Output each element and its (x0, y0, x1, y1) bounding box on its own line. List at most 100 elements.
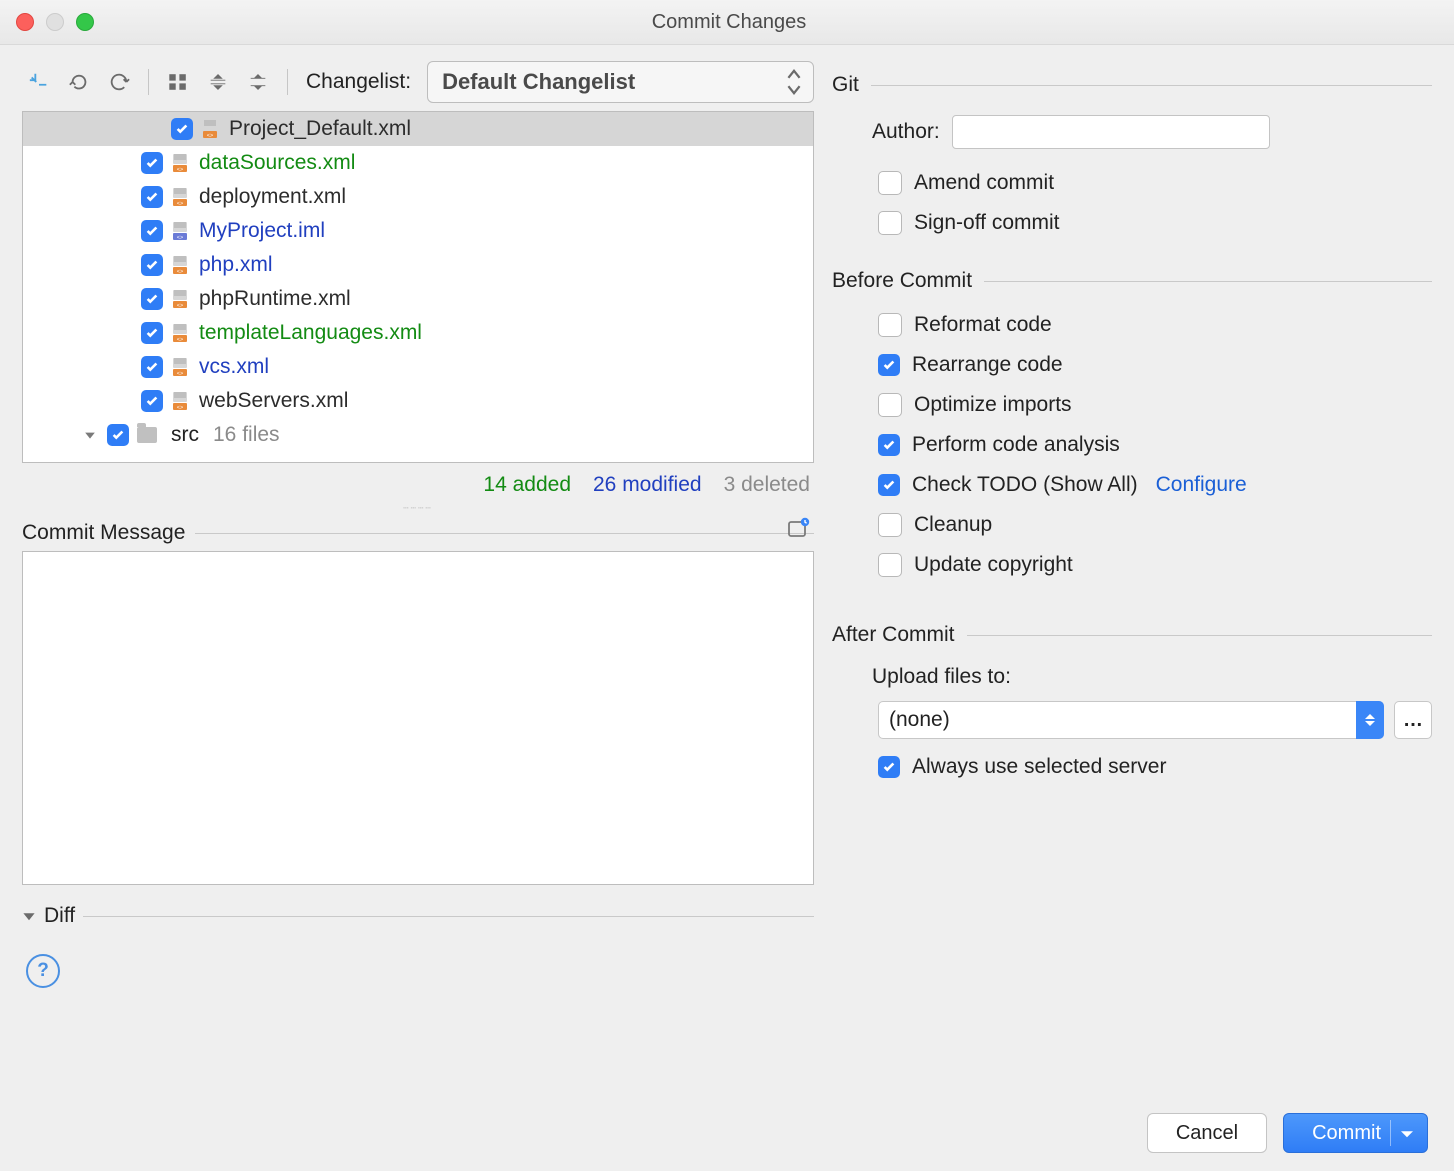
svg-text:<>: <> (177, 371, 183, 377)
close-window-button[interactable] (16, 13, 34, 31)
folder-row[interactable]: src 16 files (23, 418, 813, 452)
file-row[interactable]: <>phpRuntime.xml (23, 282, 813, 316)
git-section-title: Git (832, 73, 859, 97)
checkbox-icon (878, 434, 900, 456)
disclosure-icon[interactable] (81, 429, 99, 441)
checkbox-icon[interactable] (141, 390, 163, 412)
checkbox-icon[interactable] (141, 186, 163, 208)
file-row[interactable]: <> MyProject.iml (23, 214, 813, 248)
always-use-server-label: Always use selected server (912, 755, 1166, 779)
divider (83, 916, 814, 917)
folder-name: src (171, 423, 199, 447)
changed-files-tree[interactable]: <>Project_Default.xml<>dataSources.xml<>… (22, 111, 814, 463)
check-todo-option[interactable]: Check TODO (Show All) Configure (878, 473, 1432, 497)
collapse-diff-icon[interactable] (22, 65, 56, 99)
svg-text:<>: <> (177, 201, 183, 207)
checkbox-icon[interactable] (141, 220, 163, 242)
change-summary: 14 added 26 modified 3 deleted (22, 473, 810, 497)
cleanup-option[interactable]: Cleanup (878, 513, 1432, 537)
checkbox-icon[interactable] (141, 356, 163, 378)
divider (871, 85, 1432, 86)
file-row[interactable]: <> templateLanguages.xml (23, 316, 813, 350)
file-name: phpRuntime.xml (199, 287, 351, 311)
checkbox-icon (878, 756, 900, 778)
checkbox-icon (878, 474, 900, 496)
toolbar-separator (287, 69, 288, 95)
todo-label: Check TODO (Show All) (912, 473, 1138, 497)
file-row[interactable]: <>php.xml (23, 248, 813, 282)
changelist-select[interactable]: Default Changelist (427, 61, 814, 103)
checkbox-icon[interactable] (141, 288, 163, 310)
checkbox-icon[interactable] (141, 152, 163, 174)
file-name: deployment.xml (199, 185, 346, 209)
commit-button[interactable]: Commit (1283, 1113, 1428, 1153)
file-name: templateLanguages.xml (199, 321, 422, 345)
deleted-count: 3 deleted (724, 473, 810, 497)
upload-server-select[interactable]: (none) (878, 701, 1384, 739)
checkbox-icon[interactable] (141, 322, 163, 344)
file-row[interactable]: <> webServers.xml (23, 384, 813, 418)
checkbox-icon[interactable] (171, 118, 193, 140)
code-analysis-option[interactable]: Perform code analysis (878, 433, 1432, 457)
checkbox-icon (878, 393, 902, 417)
folder-count: 16 files (213, 423, 280, 447)
file-row[interactable]: <> deployment.xml (23, 180, 813, 214)
file-name: dataSources.xml (199, 151, 355, 175)
amend-commit-label: Amend commit (914, 171, 1054, 195)
checkbox-icon[interactable] (141, 254, 163, 276)
diff-disclosure-icon[interactable] (22, 909, 36, 923)
signoff-commit-option[interactable]: Sign-off commit (878, 211, 1432, 235)
expand-all-icon[interactable] (201, 65, 235, 99)
svg-text:<>: <> (177, 405, 183, 411)
rearrange-label: Rearrange code (912, 353, 1063, 377)
checkbox-icon (878, 313, 902, 337)
refresh-icon[interactable] (102, 65, 136, 99)
stepper-icon (785, 68, 803, 96)
checkbox-icon (878, 354, 900, 376)
update-copyright-option[interactable]: Update copyright (878, 553, 1432, 577)
window-controls (16, 13, 94, 31)
message-history-icon[interactable] (786, 517, 810, 546)
rearrange-code-option[interactable]: Rearrange code (878, 353, 1432, 377)
svg-text:<>: <> (207, 133, 213, 139)
copyright-label: Update copyright (914, 553, 1073, 577)
optimize-imports-option[interactable]: Optimize imports (878, 393, 1432, 417)
author-input[interactable] (952, 115, 1270, 149)
checkbox-icon (878, 553, 902, 577)
splitter-grip[interactable]: ┄┄┄┄ (22, 503, 814, 513)
checkbox-icon (878, 171, 902, 195)
changelist-toolbar: Changelist: Default Changelist (22, 61, 814, 103)
file-row[interactable]: <>dataSources.xml (23, 146, 813, 180)
cleanup-label: Cleanup (914, 513, 992, 537)
help-button[interactable]: ? (26, 954, 60, 988)
collapse-all-icon[interactable] (241, 65, 275, 99)
upload-label: Upload files to: (872, 665, 1432, 689)
file-name: MyProject.iml (199, 219, 325, 243)
divider (195, 533, 814, 534)
analysis-label: Perform code analysis (912, 433, 1120, 457)
reformat-code-option[interactable]: Reformat code (878, 313, 1432, 337)
file-name: webServers.xml (199, 389, 348, 413)
undo-icon[interactable] (62, 65, 96, 99)
checkbox-icon[interactable] (107, 424, 129, 446)
file-name: php.xml (199, 253, 273, 277)
configure-todo-link[interactable]: Configure (1156, 473, 1247, 497)
added-count: 14 added (483, 473, 571, 497)
divider (984, 281, 1432, 282)
modified-count: 26 modified (593, 473, 702, 497)
browse-server-button[interactable]: … (1394, 701, 1432, 739)
file-row[interactable]: <>Project_Default.xml (23, 112, 813, 146)
commit-message-title: Commit Message (22, 521, 185, 545)
minimize-window-button[interactable] (46, 13, 64, 31)
amend-commit-option[interactable]: Amend commit (878, 171, 1432, 195)
always-use-server-option[interactable]: Always use selected server (878, 755, 1432, 779)
zoom-window-button[interactable] (76, 13, 94, 31)
changelist-label: Changelist: (306, 70, 411, 94)
commit-message-input[interactable] (22, 551, 814, 885)
svg-text:<>: <> (177, 337, 183, 343)
group-by-icon[interactable] (161, 65, 195, 99)
checkbox-icon (878, 211, 902, 235)
cancel-button[interactable]: Cancel (1147, 1113, 1267, 1153)
svg-text:<>: <> (177, 235, 183, 241)
file-row[interactable]: <>vcs.xml (23, 350, 813, 384)
